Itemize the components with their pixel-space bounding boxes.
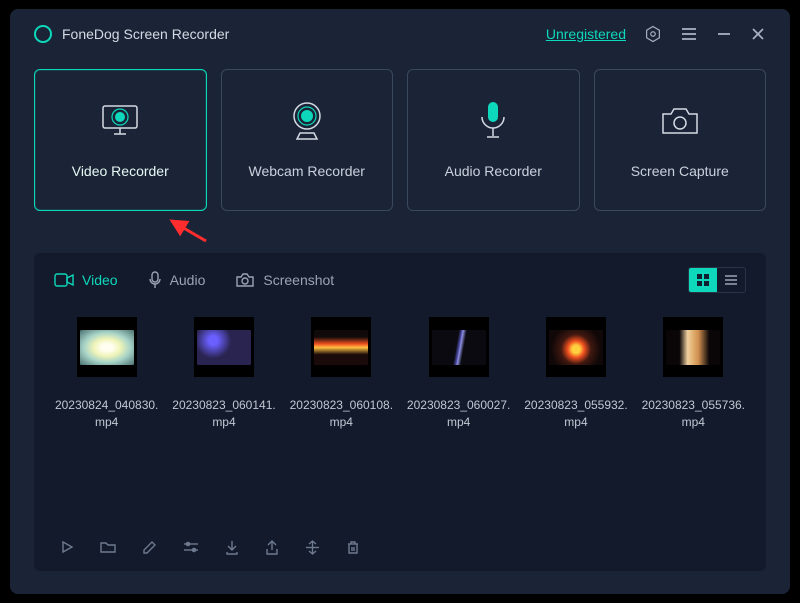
file-name: 20230823_060027.mp4 — [406, 397, 511, 431]
annotation-arrow-icon — [162, 215, 210, 245]
title-left: FoneDog Screen Recorder — [34, 25, 229, 43]
mode-video-recorder[interactable]: Video Recorder — [34, 69, 207, 211]
webcam-icon — [287, 101, 327, 141]
mode-label: Video Recorder — [72, 163, 169, 179]
mode-label: Webcam Recorder — [249, 163, 365, 179]
tab-label: Video — [82, 272, 118, 288]
mode-webcam-recorder[interactable]: Webcam Recorder — [221, 69, 394, 211]
list-view-button[interactable] — [717, 268, 745, 292]
sliders-icon[interactable] — [183, 540, 199, 554]
file-name: 20230823_060141.mp4 — [171, 397, 276, 431]
view-switch — [688, 267, 746, 293]
file-item[interactable]: 20230823_060108.mp4 — [289, 317, 394, 431]
file-item[interactable]: 20230823_060141.mp4 — [171, 317, 276, 431]
file-thumbnail — [311, 317, 371, 377]
files-panel: Video Audio Screenshot 2 — [34, 253, 766, 571]
titlebar: FoneDog Screen Recorder Unregistered — [10, 9, 790, 59]
microphone-icon — [476, 101, 510, 141]
file-thumbnail — [194, 317, 254, 377]
file-item[interactable]: 20230823_055736.mp4 — [641, 317, 746, 431]
file-name: 20230823_055932.mp4 — [523, 397, 628, 431]
file-name: 20230823_055736.mp4 — [641, 397, 746, 431]
minimize-icon[interactable] — [716, 26, 732, 42]
registration-link[interactable]: Unregistered — [546, 26, 626, 42]
file-item[interactable]: 20230823_055932.mp4 — [523, 317, 628, 431]
tab-screenshot[interactable]: Screenshot — [235, 271, 334, 289]
file-name: 20230824_040830.mp4 — [54, 397, 159, 431]
app-logo-icon — [34, 25, 52, 43]
convert-icon[interactable] — [305, 540, 320, 555]
play-icon[interactable] — [60, 540, 74, 554]
title-right: Unregistered — [546, 25, 766, 43]
edit-icon[interactable] — [142, 540, 157, 555]
file-thumbnail — [429, 317, 489, 377]
file-thumbnail — [546, 317, 606, 377]
panel-toolbar — [34, 523, 766, 571]
tab-label: Audio — [170, 272, 206, 288]
app-title: FoneDog Screen Recorder — [62, 26, 229, 42]
mode-label: Screen Capture — [631, 163, 729, 179]
camera-icon — [658, 101, 702, 141]
file-item[interactable]: 20230824_040830.mp4 — [54, 317, 159, 431]
panel-top: Video Audio Screenshot — [34, 253, 766, 307]
file-item[interactable]: 20230823_060027.mp4 — [406, 317, 511, 431]
mode-screen-capture[interactable]: Screen Capture — [594, 69, 767, 211]
file-name: 20230823_060108.mp4 — [289, 397, 394, 431]
tab-label: Screenshot — [263, 272, 334, 288]
menu-icon[interactable] — [680, 26, 698, 42]
close-icon[interactable] — [750, 26, 766, 42]
trash-icon[interactable] — [346, 540, 360, 555]
mode-cards: Video Recorder Webcam Recorder — [10, 59, 790, 211]
mode-audio-recorder[interactable]: Audio Recorder — [407, 69, 580, 211]
mode-label: Audio Recorder — [445, 163, 542, 179]
share-icon[interactable] — [265, 540, 279, 555]
tab-video[interactable]: Video — [54, 271, 118, 289]
tab-audio[interactable]: Audio — [148, 271, 206, 289]
folder-icon[interactable] — [100, 540, 116, 554]
settings-icon[interactable] — [644, 25, 662, 43]
grid-view-button[interactable] — [689, 268, 717, 292]
monitor-icon — [96, 101, 144, 141]
app-window: FoneDog Screen Recorder Unregistered — [10, 9, 790, 594]
file-grid: 20230824_040830.mp4 20230823_060141.mp4 20… — [34, 307, 766, 431]
file-tabs: Video Audio Screenshot — [54, 271, 334, 289]
download-icon[interactable] — [225, 540, 239, 555]
file-thumbnail — [77, 317, 137, 377]
file-thumbnail — [663, 317, 723, 377]
